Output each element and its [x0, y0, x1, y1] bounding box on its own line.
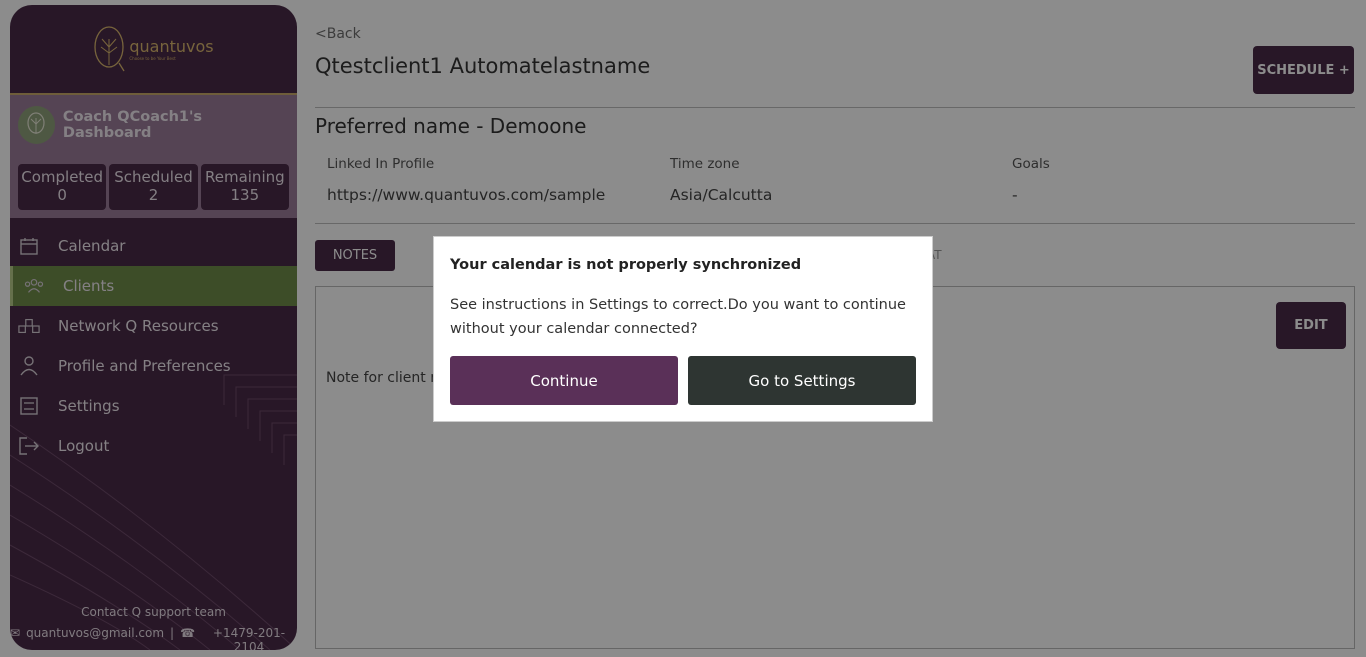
calendar-sync-dialog: Your calendar is not properly synchroniz…	[433, 236, 933, 422]
dialog-actions: Continue Go to Settings	[450, 356, 916, 405]
dialog-message: See instructions in Settings to correct.…	[450, 297, 906, 337]
go-to-settings-button[interactable]: Go to Settings	[688, 356, 916, 405]
dialog-title: Your calendar is not properly synchroniz…	[450, 257, 802, 273]
continue-button[interactable]: Continue	[450, 356, 678, 405]
